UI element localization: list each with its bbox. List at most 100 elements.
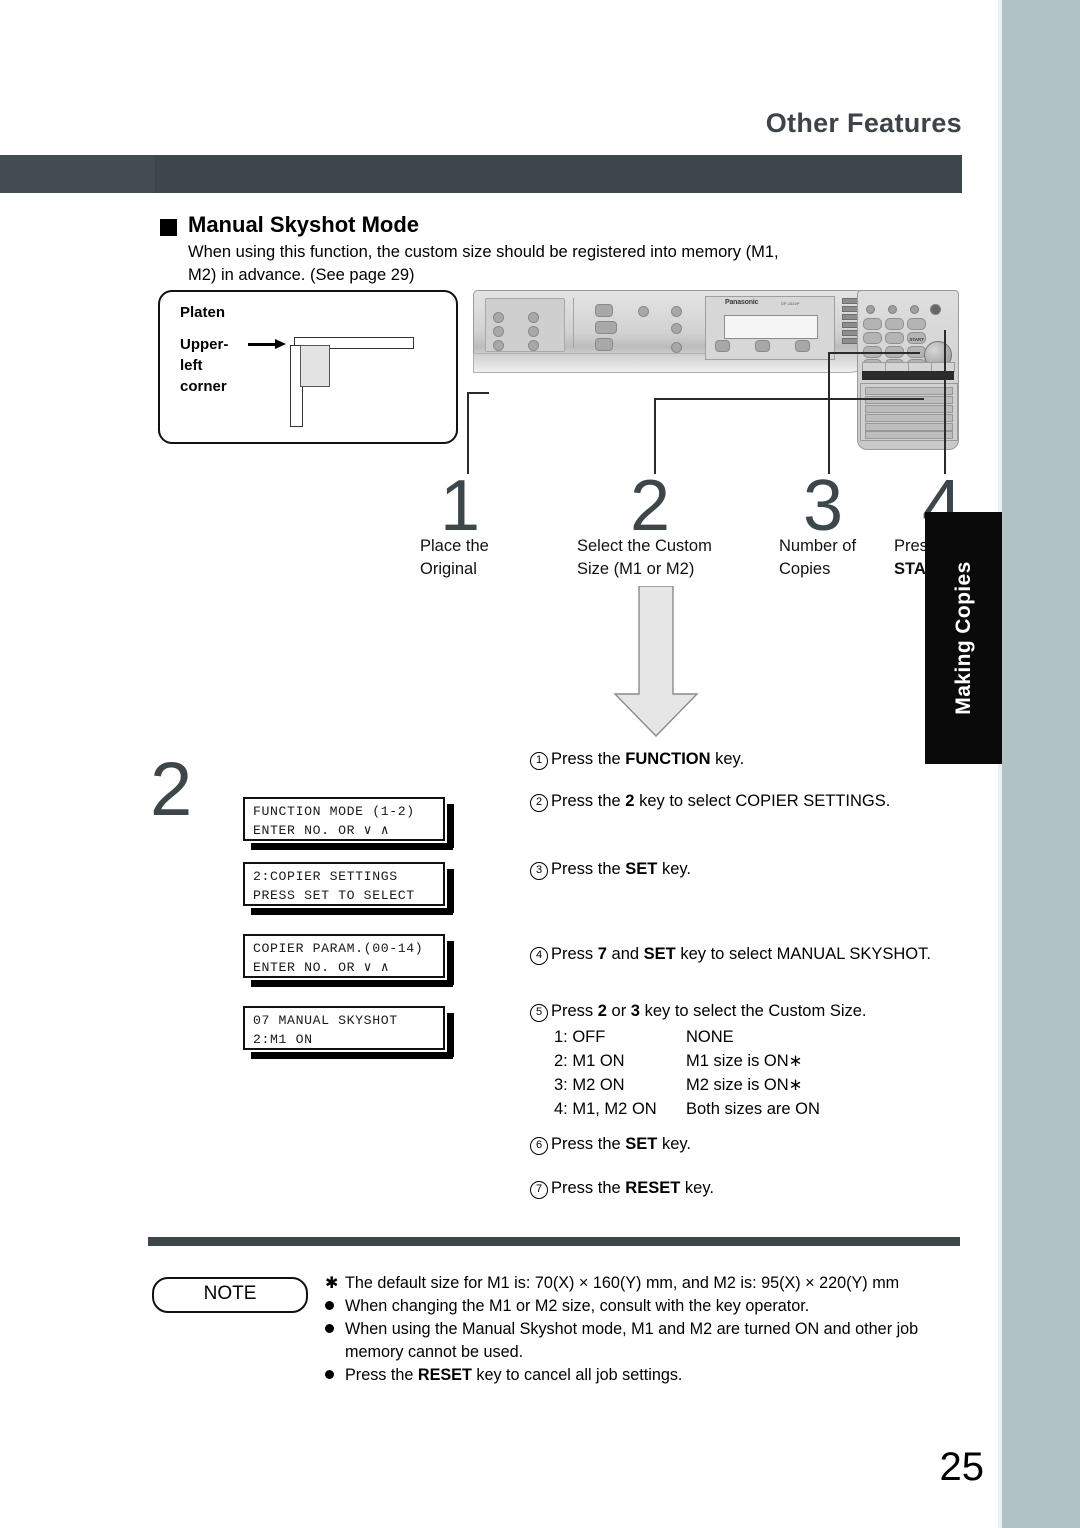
start-button-label: START [909, 337, 924, 342]
detail-step-number: 2 [150, 747, 193, 832]
instruction-5-post2: key to select the Custom Size. [639, 1002, 867, 1020]
lcd-screen-4-line2: 2:M1 ON [253, 1032, 313, 1047]
option-desc: M1 size is ON∗ [686, 1052, 803, 1070]
option-row: 3: M2 ON M2 size is ON∗ [554, 1074, 820, 1096]
panel-divider [573, 298, 574, 348]
instruction-4-key: 7 [597, 945, 607, 963]
instruction-6-post: key. [657, 1135, 692, 1153]
platen-corner-label: Upper-left corner [180, 336, 229, 395]
step-caption-2-line1: Select the Custom [577, 537, 712, 555]
panel-button [528, 326, 539, 337]
instruction-1-number: 1 [530, 752, 548, 770]
step-caption-2-line2: Size (M1 or M2) [577, 560, 695, 578]
step-caption-2: Select the Custom Size (M1 or M2) [577, 535, 777, 581]
panel-button [671, 342, 682, 353]
panel-button-paper-tray [795, 340, 810, 352]
instruction-7-pre: Press the [551, 1179, 626, 1197]
lcd-screen-1-line1: FUNCTION MODE (1-2) [253, 804, 415, 819]
panel-button [493, 340, 504, 351]
instruction-1-key: FUNCTION [625, 750, 711, 768]
lcd-screen-4: 07 MANUAL SKYSHOT 2:M1 ON [243, 1006, 454, 1059]
panel-button [493, 326, 504, 337]
step-number-3: 3 [803, 466, 844, 546]
down-arrow-icon [613, 586, 699, 738]
step-caption-1-line1: Place the [420, 537, 489, 555]
manual-page: Other Features Manual Skyshot Mode When … [0, 0, 1080, 1528]
panel-button [528, 312, 539, 323]
option-row: 2: M1 ON M1 size is ON∗ [554, 1050, 820, 1072]
callout-line-2 [654, 398, 656, 474]
note-item-post: key to cancel all job settings. [471, 1366, 683, 1384]
instruction-5-key: 2 [597, 1002, 607, 1020]
note-divider [148, 1237, 960, 1246]
note-item: Press the RESET key to cancel all job se… [325, 1364, 970, 1387]
option-desc: Both sizes are ON [686, 1100, 820, 1118]
lcd-screen-2: 2:COPIER SETTINGS PRESS SET TO SELECT [243, 862, 454, 915]
instruction-7-post: key. [680, 1179, 714, 1197]
instruction-5-key2: 3 [630, 1002, 640, 1020]
option-key: 2: M1 ON [554, 1052, 625, 1070]
note-item: When changing the M1 or M2 size, consult… [325, 1295, 970, 1318]
section-body: When using this function, the custom siz… [188, 243, 779, 284]
instruction-2: 2 Press the 2 key to select COPIER SETTIN… [530, 790, 990, 813]
instruction-2-post: key to select COPIER SETTINGS. [634, 792, 891, 810]
instruction-6-key: SET [625, 1135, 658, 1153]
instruction-4-key2: SET [643, 945, 676, 963]
step-caption-1-line2: Original [420, 560, 477, 578]
page-number: 25 [939, 1445, 985, 1489]
instruction-4-post: and [606, 945, 644, 963]
step-number-1: 1 [440, 466, 481, 546]
control-panel-illustration: Panasonic DP-1510P START [473, 290, 959, 450]
instruction-6-number: 6 [530, 1137, 548, 1155]
instruction-3-number: 3 [530, 862, 548, 880]
note-item-text: When using the Manual Skyshot mode, M1 a… [345, 1320, 919, 1361]
instruction-2-pre: Press the [551, 792, 626, 810]
note-item-pre: Press the [345, 1366, 418, 1384]
option-desc: M2 size is ON∗ [686, 1076, 803, 1094]
lcd-screen-2-line1: 2:COPIER SETTINGS [253, 869, 398, 884]
option-key: 1: OFF [554, 1028, 606, 1046]
bullet-icon [325, 1301, 334, 1310]
panel-button [671, 306, 682, 317]
bullet-icon [325, 1370, 334, 1379]
model-label: DP-1510P [781, 301, 800, 306]
option-key: 3: M2 ON [554, 1076, 625, 1094]
instruction-5-pre: Press [551, 1002, 598, 1020]
panel-button [638, 306, 649, 317]
instruction-4-post2: key to select MANUAL SKYSHOT. [675, 945, 931, 963]
callout-line-3-elbow [828, 352, 920, 354]
lcd-screen-4-line1: 07 MANUAL SKYSHOT [253, 1013, 398, 1028]
instruction-6: 6 Press the SET key. [530, 1133, 980, 1156]
instruction-3-pre: Press the [551, 860, 626, 878]
note-item-key: RESET [417, 1366, 472, 1384]
page-title: Other Features [765, 108, 962, 138]
step-caption-1: Place the Original [420, 535, 570, 581]
asterisk-icon: ✱ [325, 1275, 339, 1292]
panel-button [671, 323, 682, 334]
section-title: Manual Skyshot Mode [188, 212, 420, 237]
note-item-text: When changing the M1 or M2 size, consult… [345, 1297, 810, 1315]
step-caption-3-line2: Copies [779, 560, 831, 578]
panel-button-print [595, 338, 613, 351]
edge-strip [1002, 0, 1080, 1528]
brand-label: Panasonic [725, 299, 759, 306]
instruction-7: 7 Press the RESET key. [530, 1177, 980, 1200]
step-number-2: 2 [630, 466, 671, 546]
arrow-right-icon [248, 339, 288, 349]
instruction-5: 5 Press 2 or 3 key to select the Custom S… [530, 1000, 1000, 1023]
instruction-5-number: 5 [530, 1004, 548, 1022]
side-tab-making-copies: Making Copies [925, 512, 1002, 764]
option-key: 4: M1, M2 ON [554, 1100, 657, 1118]
step-caption-3: Number of Copies [779, 535, 909, 581]
note-list: ✱ The default size for M1 is: 70(X) × 16… [325, 1272, 970, 1387]
custom-size-option-table: 1: OFF NONE 2: M1 ON M1 size is ON∗ 3: M… [552, 1024, 822, 1122]
platen-diagram: Platen Upper-left corner [158, 290, 458, 444]
lcd-screen-2-line2: PRESS SET TO SELECT [253, 888, 415, 903]
instruction-1-pre: Press the [551, 750, 626, 768]
lcd-screen-1-line2: ENTER NO. OR ∨ ∧ [253, 823, 390, 838]
panel-button-copy-size [755, 340, 770, 352]
bullet-icon [325, 1324, 334, 1333]
instruction-4: 4 Press 7 and SET key to select MANUAL SK… [530, 943, 1000, 966]
callout-line-3 [828, 352, 830, 474]
panel-button-contrast [595, 304, 613, 317]
